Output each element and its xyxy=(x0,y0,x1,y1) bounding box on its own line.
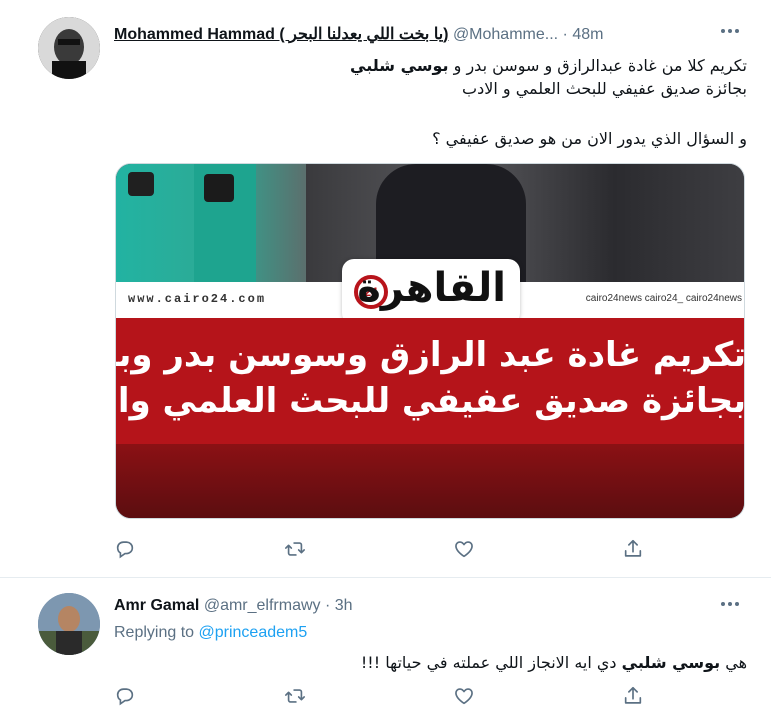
author-name[interactable]: Amr Gamal xyxy=(114,597,199,614)
tweet[interactable]: Mohammed Hammad ( يا بخت اللي يعدلنا الب… xyxy=(0,0,771,578)
heart-icon[interactable] xyxy=(453,685,475,707)
tweet-image[interactable]: www.cairo24.com cairo24news cairo24_ cai… xyxy=(115,163,745,519)
author-name[interactable]: Mohammed Hammad ( يا بخت اللي يعدلنا الب… xyxy=(114,26,448,43)
logo-word: القاهرة xyxy=(357,265,506,311)
replying-label: Replying to xyxy=(114,624,199,641)
author-handle[interactable]: @Mohamme... xyxy=(453,26,558,43)
reply-icon[interactable] xyxy=(114,538,136,560)
replying-handle-link[interactable]: @princeadem5 xyxy=(199,624,308,641)
image-social-text: cairo24news cairo24_ cairo24news xyxy=(585,293,742,304)
tweet-text-line-1: تكريم كلا من غادة عبدالرازق و سوسن بدر و… xyxy=(350,54,747,77)
tweet-text: هي بوسي شلبي دي ايه الانجاز اللي عملته ف… xyxy=(361,651,747,674)
headline-line-2: بجائزة صديق عفيفي للبحث العلمي والأدب xyxy=(116,381,745,421)
share-icon[interactable] xyxy=(622,538,644,560)
author-handle[interactable]: @amr_elfrmawy xyxy=(204,597,321,614)
tweet-text-line-2: بجائزة صديق عفيفي للبحث العلمي و الادب xyxy=(462,79,747,98)
heart-icon[interactable] xyxy=(453,538,475,560)
tweet-header: Amr Gamal @amr_elfrmawy · 3h xyxy=(114,597,743,619)
image-bottom xyxy=(116,444,744,518)
tweet-actions xyxy=(114,538,674,562)
timestamp[interactable]: 3h xyxy=(335,597,353,614)
cairo24-logo: 24 القاهرة xyxy=(342,259,520,325)
more-options-icon[interactable] xyxy=(717,593,743,615)
retweet-icon[interactable] xyxy=(284,538,306,560)
tweet-text-bold: بوسي شلبي xyxy=(621,653,721,672)
image-url-text: www.cairo24.com xyxy=(128,292,267,306)
tweet-text-part: دي ايه الانجاز اللي عملته في حياتها !!! xyxy=(360,653,622,672)
reply-icon[interactable] xyxy=(114,685,136,707)
headline-line-1: تكريم غادة عبد الرازق وسوسن بدر وبوسي شل… xyxy=(116,335,745,375)
tweet-actions xyxy=(114,685,674,709)
tweet[interactable]: Amr Gamal @amr_elfrmawy · 3h Replying to… xyxy=(0,578,771,711)
avatar[interactable] xyxy=(38,17,100,79)
replying-to: Replying to @princeadem5 xyxy=(114,624,307,642)
retweet-icon[interactable] xyxy=(284,685,306,707)
timestamp[interactable]: 48m xyxy=(572,26,603,43)
more-options-icon[interactable] xyxy=(717,20,743,42)
separator: · xyxy=(562,26,568,43)
share-icon[interactable] xyxy=(622,685,644,707)
tweet-text: تكريم كلا من غادة عبدالرازق و سوسن بدر و xyxy=(448,56,747,75)
separator: · xyxy=(324,597,331,614)
image-headline: تكريم غادة عبد الرازق وسوسن بدر وبوسي شل… xyxy=(116,318,745,444)
tweet-text-line-3: و السؤال الذي يدور الان من هو صديق عفيفي… xyxy=(432,129,747,148)
avatar[interactable] xyxy=(38,593,100,655)
image-photo-left xyxy=(116,164,306,282)
tweet-text-part: هي xyxy=(720,653,747,672)
tweet-header: Mohammed Hammad ( يا بخت اللي يعدلنا الب… xyxy=(114,24,743,46)
tweet-text-bold: بوسي شلبي xyxy=(350,56,449,75)
